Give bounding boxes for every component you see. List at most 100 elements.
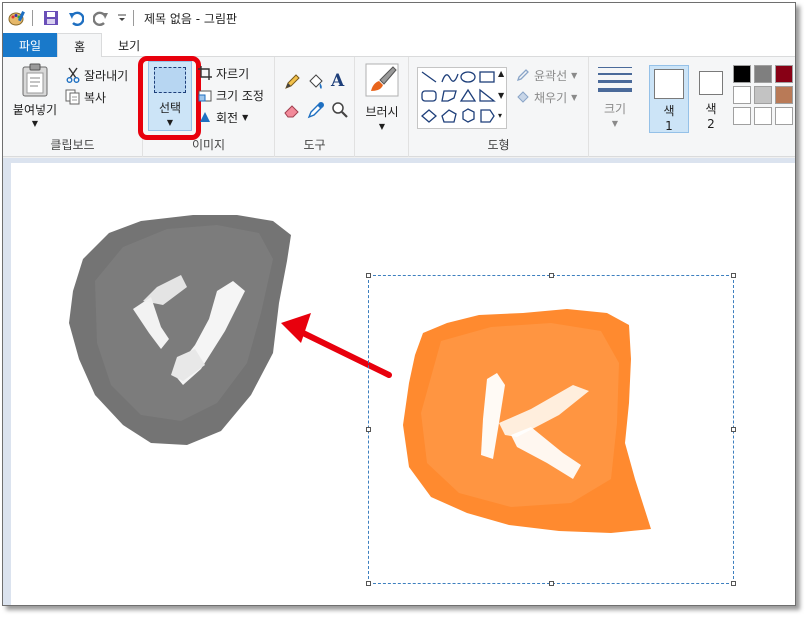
shapes-group: ▲ ▼ ▾ 윤곽선 ▼ 채우기 ▼ 도형 bbox=[409, 57, 589, 157]
title-bar: 제목 없음 - 그림판 bbox=[3, 3, 795, 33]
size-label: 크기 bbox=[603, 102, 627, 116]
canvas-area bbox=[3, 158, 795, 605]
color1-number: 1 bbox=[665, 119, 673, 133]
selection-handle-middle-right[interactable] bbox=[731, 427, 736, 432]
tab-home[interactable]: 홈 bbox=[57, 33, 103, 58]
brush-label: 브러시 bbox=[365, 105, 399, 119]
resize-label: 크기 조정 bbox=[216, 88, 264, 103]
color-picker-icon[interactable] bbox=[307, 101, 325, 122]
brush-icon bbox=[365, 63, 399, 97]
brush-button[interactable]: 브러시 ▼ bbox=[359, 63, 405, 131]
outline-label: 윤곽선 bbox=[534, 68, 568, 83]
size-dropdown-icon[interactable]: ▼ bbox=[595, 119, 635, 128]
rotate-icon bbox=[197, 109, 213, 125]
size-group: 크기 ▼ bbox=[589, 57, 641, 157]
paste-button[interactable]: 붙여넣기 ▼ bbox=[7, 63, 63, 128]
ribbon-tabs: 파일 홈 보기 bbox=[3, 33, 795, 58]
clipboard-group-label: 클립보드 bbox=[50, 138, 95, 152]
selection-handle-bottom-left[interactable] bbox=[366, 581, 371, 586]
paste-label: 붙여넣기 bbox=[12, 103, 58, 117]
fill-label: 채우기 bbox=[534, 90, 568, 105]
fill-dropdown-icon[interactable]: ▼ bbox=[571, 93, 577, 102]
palette-color-swatch[interactable] bbox=[754, 86, 772, 104]
magnifier-icon[interactable] bbox=[331, 101, 349, 122]
outline-button[interactable]: 윤곽선 ▼ bbox=[515, 65, 577, 85]
drawing-canvas[interactable] bbox=[11, 163, 795, 605]
save-icon[interactable] bbox=[40, 7, 62, 29]
color2-swatch bbox=[699, 71, 723, 95]
copy-label: 복사 bbox=[84, 90, 107, 105]
undo-icon[interactable] bbox=[65, 7, 87, 29]
color1-swatch bbox=[654, 69, 684, 99]
cut-button[interactable]: 잘라내기 bbox=[65, 65, 128, 85]
shapes-group-label: 도형 bbox=[487, 138, 510, 152]
paint-window: 제목 없음 - 그림판 파일 홈 보기 붙여넣기 ▼ 잘라내기 복사 클립보드 … bbox=[2, 2, 796, 606]
tools-group: A 도구 bbox=[275, 57, 355, 157]
brush-dropdown-icon[interactable]: ▼ bbox=[359, 122, 405, 131]
rotate-dropdown-icon[interactable]: ▼ bbox=[242, 113, 248, 122]
palette-color-swatch[interactable] bbox=[733, 107, 751, 125]
paste-dropdown-icon[interactable]: ▼ bbox=[7, 119, 63, 128]
palette-color-swatch[interactable] bbox=[775, 107, 793, 125]
palette-color-swatch[interactable] bbox=[733, 86, 751, 104]
selection-handle-top-right[interactable] bbox=[731, 273, 736, 278]
palette-color-swatch[interactable] bbox=[775, 65, 793, 83]
color2-label: 색 bbox=[705, 102, 717, 116]
paste-icon bbox=[20, 63, 50, 97]
color1-label: 색 bbox=[663, 104, 675, 118]
selection-handle-top-center[interactable] bbox=[549, 273, 554, 278]
ribbon: 붙여넣기 ▼ 잘라내기 복사 클립보드 선택 ▼ 자르기 크기 조정 회전 ▼ … bbox=[3, 56, 795, 157]
tab-file[interactable]: 파일 bbox=[3, 33, 58, 57]
brush-group: 브러시 ▼ bbox=[355, 57, 409, 157]
palette-color-swatch[interactable] bbox=[754, 107, 772, 125]
shapes-scroll-up-icon[interactable]: ▲ bbox=[498, 69, 504, 78]
palette-color-swatch[interactable] bbox=[754, 65, 772, 83]
fill-button[interactable]: 채우기 ▼ bbox=[515, 87, 577, 107]
clipboard-group: 붙여넣기 ▼ 잘라내기 복사 클립보드 bbox=[3, 57, 143, 157]
selection-handle-top-left[interactable] bbox=[366, 273, 371, 278]
pencil-icon[interactable] bbox=[283, 73, 301, 94]
rotate-label: 회전 bbox=[216, 110, 239, 125]
cut-label: 잘라내기 bbox=[84, 68, 129, 83]
shapes-gallery[interactable] bbox=[417, 67, 507, 129]
selection-handle-bottom-right[interactable] bbox=[731, 581, 736, 586]
copy-icon bbox=[65, 89, 81, 105]
shapes-scroll-down-icon[interactable]: ▼ bbox=[498, 91, 504, 100]
select-highlight bbox=[138, 56, 201, 140]
resize-icon bbox=[197, 87, 213, 103]
palette-color-swatch[interactable] bbox=[733, 65, 751, 83]
line-size-icon bbox=[598, 67, 632, 92]
color2-button[interactable]: 색 2 bbox=[694, 65, 728, 133]
qat-separator bbox=[32, 10, 33, 26]
title-separator bbox=[133, 10, 134, 26]
crop-label: 자르기 bbox=[216, 66, 250, 81]
crop-button[interactable]: 자르기 bbox=[197, 63, 249, 83]
size-button[interactable]: 크기 ▼ bbox=[595, 65, 635, 128]
image-group-label: 이미지 bbox=[191, 138, 226, 152]
scissors-icon bbox=[65, 67, 81, 83]
redo-icon[interactable] bbox=[90, 7, 112, 29]
crop-icon bbox=[197, 65, 213, 81]
gray-drawing bbox=[69, 215, 291, 445]
eraser-icon[interactable] bbox=[283, 101, 301, 122]
outline-dropdown-icon[interactable]: ▼ bbox=[571, 71, 577, 80]
image-group: 선택 ▼ 자르기 크기 조정 회전 ▼ 이미지 bbox=[138, 56, 275, 157]
copy-button[interactable]: 복사 bbox=[65, 87, 106, 107]
palette-color-swatch[interactable] bbox=[775, 86, 793, 104]
shapes-more-icon[interactable]: ▾ bbox=[498, 111, 502, 120]
selection-handle-bottom-center[interactable] bbox=[549, 581, 554, 586]
selection-rectangle[interactable] bbox=[368, 275, 734, 584]
window-title: 제목 없음 - 그림판 bbox=[144, 11, 238, 26]
resize-button[interactable]: 크기 조정 bbox=[197, 85, 264, 105]
text-tool-icon[interactable]: A bbox=[331, 71, 344, 91]
paint-app-icon[interactable] bbox=[6, 7, 28, 29]
fill-bucket-icon[interactable] bbox=[307, 73, 325, 94]
tab-view[interactable]: 보기 bbox=[102, 33, 156, 57]
fill-icon bbox=[515, 89, 531, 105]
color2-number: 2 bbox=[707, 117, 715, 131]
customize-qat-icon[interactable] bbox=[115, 7, 129, 29]
tools-group-label: 도구 bbox=[303, 138, 326, 152]
color1-button[interactable]: 색 1 bbox=[649, 65, 689, 133]
rotate-button[interactable]: 회전 ▼ bbox=[197, 107, 248, 127]
selection-handle-middle-left[interactable] bbox=[366, 427, 371, 432]
